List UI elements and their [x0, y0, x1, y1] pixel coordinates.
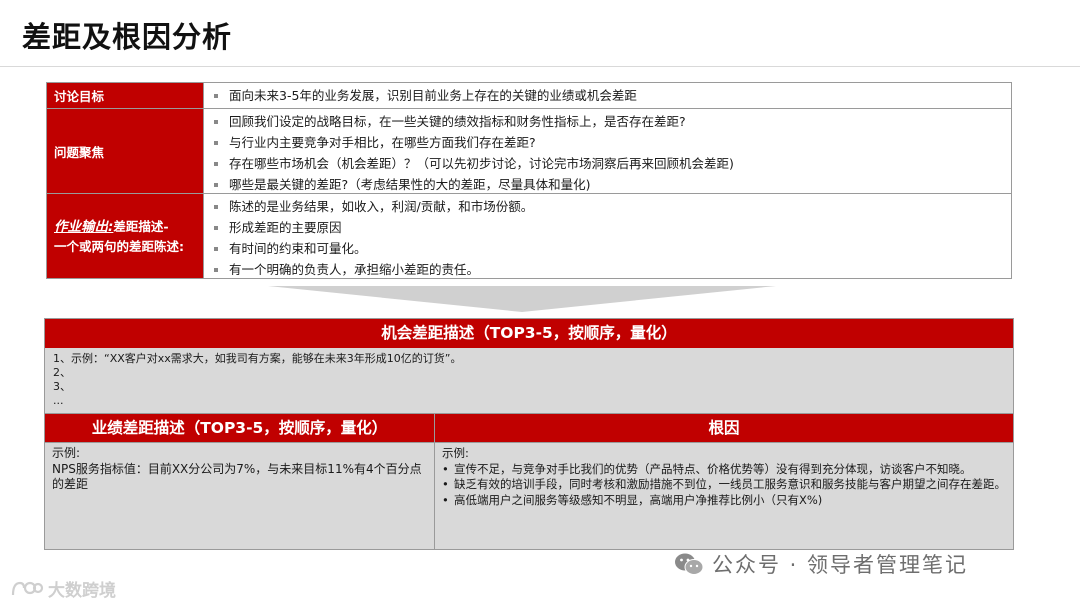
list-item: 陈述的是业务结果，如收入，利润/贡献，和市场份额。: [214, 196, 1011, 217]
root-cause-header: 根因: [435, 414, 1013, 443]
title-divider: [0, 66, 1080, 67]
list-item: 存在哪些市场机会（机会差距）？（可以先初步讨论，讨论完市场洞察后再来回顾机会差距…: [214, 153, 1011, 174]
bullet-icon: [214, 161, 218, 166]
bullet-icon: •: [442, 461, 449, 476]
row-label-goal: 讨论目标: [47, 83, 204, 108]
row-label-output: 作业输出:差距描述- 一个或两句的差距陈述:: [47, 194, 204, 278]
performance-gap-text: NPS服务指标值：目前XX分公司为7%，与未来目标11%有4个百分点的差距: [52, 461, 422, 492]
wechat-icon: [675, 553, 704, 575]
root-cause-body: 示例: • 宣传不足，与竞争对手比我们的优势（产品特点、价格优势等）没有得到充分体…: [435, 443, 1013, 549]
list-item: 面向未来3-5年的业务发展，识别目前业务上存在的关键的业绩或机会差距: [214, 85, 637, 106]
row-label-focus: 问题聚焦: [47, 109, 204, 193]
list-item: 形成差距的主要原因: [214, 217, 1011, 238]
example-label: 示例:: [52, 446, 81, 460]
opportunity-gap-body: 1、示例：“XX客户对xx需求大，如我司有方案，能够在未来3年形成10亿的订货”…: [45, 348, 1013, 414]
list-item: ...: [53, 394, 64, 407]
list-item: 2、: [53, 366, 71, 379]
table-row: 问题聚焦 回顾我们设定的战略目标，在一些关键的绩效指标和财务性指标上，是否存在差…: [47, 109, 1011, 194]
bullet-icon: •: [442, 477, 449, 491]
example-label: 示例:: [442, 446, 469, 460]
gap-split: 业绩差距描述（TOP3-5，按顺序，量化） 示例: NPS服务指标值：目前XX分…: [45, 414, 1013, 549]
brand-logo-icon: [11, 581, 44, 595]
list-item: 回顾我们设定的战略目标，在一些关键的绩效指标和财务性指标上，是否存在差距?: [214, 111, 1011, 132]
performance-gap-column: 业绩差距描述（TOP3-5，按顺序，量化） 示例: NPS服务指标值：目前XX分…: [45, 414, 435, 549]
list-item: • 宣传不足，与竞争对手比我们的优势（产品特点、价格优势等）没有得到充分体现，访谈…: [442, 461, 972, 476]
table-row: 作业输出:差距描述- 一个或两句的差距陈述: 陈述的是业务结果，如收入，利润/贡…: [47, 194, 1011, 278]
page-title: 差距及根因分析: [22, 20, 233, 54]
bullet-icon: [214, 93, 218, 98]
bullet-icon: [214, 246, 218, 251]
list-item: 1、示例：“XX客户对xx需求大，如我司有方案，能够在未来3年形成10亿的订货”…: [53, 352, 462, 365]
performance-gap-header: 业绩差距描述（TOP3-5，按顺序，量化）: [45, 414, 434, 443]
discussion-table: 讨论目标 面向未来3-5年的业务发展，识别目前业务上存在的关键的业绩或机会差距 …: [46, 82, 1012, 279]
root-cause-column: 根因 示例: • 宣传不足，与竞争对手比我们的优势（产品特点、价格优势等）没有得到…: [435, 414, 1013, 549]
opportunity-gap-header: 机会差距描述（TOP3-5，按顺序，量化）: [45, 319, 1013, 348]
bullet-icon: [214, 204, 218, 209]
list-item: • 缺乏有效的培训手段，同时考核和激励措施不到位，一线员工服务意识和服务技能与客户…: [442, 477, 1006, 491]
row-content: 面向未来3-5年的业务发展，识别目前业务上存在的关键的业绩或机会差距: [204, 83, 1011, 108]
gap-analysis-panel: 机会差距描述（TOP3-5，按顺序，量化） 1、示例：“XX客户对xx需求大，如…: [44, 318, 1014, 550]
bullet-icon: •: [442, 492, 449, 507]
bullet-icon: [214, 119, 218, 124]
performance-gap-body: 示例: NPS服务指标值：目前XX分公司为7%，与未来目标11%有4个百分点的差…: [45, 443, 434, 549]
bullet-icon: [214, 140, 218, 145]
table-row: 讨论目标 面向未来3-5年的业务发展，识别目前业务上存在的关键的业绩或机会差距: [47, 83, 1011, 109]
funnel-arrow: [268, 286, 776, 312]
bullet-icon: [214, 225, 218, 230]
list-item: 有时间的约束和可量化。: [214, 238, 1011, 259]
bullet-icon: [214, 267, 218, 272]
list-item: 有一个明确的负责人，承担缩小差距的责任。: [214, 259, 1011, 280]
wechat-watermark: 公众号 · 领导者管理笔记: [674, 549, 968, 579]
row-content: 回顾我们设定的战略目标，在一些关键的绩效指标和财务性指标上，是否存在差距? 与行…: [204, 109, 1011, 193]
list-item: • 高低端用户之间服务等级感知不明显，高端用户净推荐比例小（只有X%): [442, 492, 823, 507]
brand-watermark: 大数跨境: [10, 576, 116, 601]
row-content: 陈述的是业务结果，如收入，利润/贡献，和市场份额。 形成差距的主要原因 有时间的…: [204, 194, 1011, 278]
list-item: 与行业内主要竞争对手相比，在哪些方面我们存在差距?: [214, 132, 1011, 153]
list-item: 3、: [53, 380, 71, 393]
list-item: 哪些是最关键的差距?（考虑结果性的大的差距，尽量具体和量化): [214, 174, 1011, 195]
bullet-icon: [214, 182, 218, 187]
